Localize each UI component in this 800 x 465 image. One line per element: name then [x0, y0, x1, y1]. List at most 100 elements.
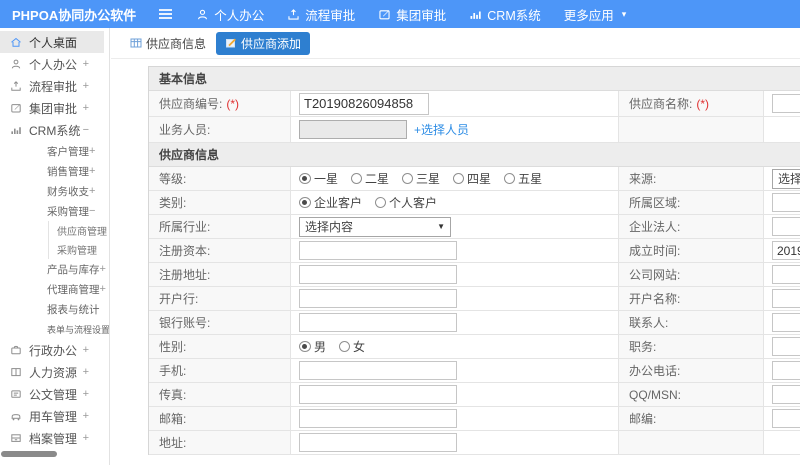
field-input-cell [764, 215, 800, 238]
expand-toggle-icon[interactable]: + [83, 388, 104, 400]
field-input-cell [764, 407, 800, 430]
sidebar-item[interactable]: 代理商管理 + [0, 279, 106, 299]
sidebar-item[interactable]: 公文管理 + [0, 383, 104, 405]
sidebar-item[interactable]: 档案管理 + [0, 427, 104, 449]
radio-button[interactable] [351, 173, 363, 184]
expand-toggle-icon[interactable]: + [83, 432, 104, 444]
radio-option[interactable]: 三星 [402, 170, 440, 187]
sidebar-item[interactable]: 销售管理 + [0, 161, 104, 181]
text-input[interactable] [772, 193, 800, 212]
expand-toggle-icon[interactable]: + [89, 145, 109, 157]
expand-toggle-icon[interactable]: + [100, 263, 110, 275]
sidebar-horizontal-scrollbar[interactable] [1, 451, 57, 457]
field-label: 性别: [159, 340, 187, 354]
sidebar-item[interactable]: 个人办公 + [0, 53, 104, 75]
expand-toggle-icon[interactable]: − [83, 124, 104, 136]
text-input[interactable] [772, 409, 800, 428]
radio-option[interactable]: 五星 [504, 170, 542, 187]
radio-button[interactable] [299, 173, 311, 184]
text-input[interactable] [299, 361, 457, 380]
sidebar-item[interactable]: 人力资源 + [0, 361, 104, 383]
text-input[interactable] [299, 120, 407, 139]
sidebar-item[interactable]: 产品与库存 + [0, 259, 106, 279]
topbar-menu-label: 流程审批 [305, 8, 356, 23]
text-input[interactable] [772, 217, 800, 236]
sidebar-item[interactable]: 表单与流程设置+ [0, 319, 109, 339]
expand-toggle-icon[interactable]: + [83, 58, 104, 70]
expand-toggle-icon[interactable]: + [89, 165, 109, 177]
text-input[interactable] [772, 94, 800, 113]
sidebar-item[interactable]: CRM系统 − [0, 119, 104, 141]
radio-button[interactable] [453, 173, 465, 184]
topbar-menu-item[interactable]: 集团审批 [378, 5, 446, 24]
field-input-cell [764, 263, 800, 286]
text-input[interactable] [299, 265, 457, 284]
text-input[interactable] [299, 92, 429, 115]
radio-option[interactable]: 女 [339, 338, 365, 355]
expand-toggle-icon[interactable]: − [89, 205, 109, 217]
field-input-cell [291, 287, 619, 310]
sidebar-item[interactable]: 财务收支 + [0, 181, 104, 201]
radio-option[interactable]: 男 [299, 338, 326, 355]
expand-toggle-icon[interactable]: + [83, 344, 104, 356]
radio-option[interactable]: 一星 [299, 170, 338, 187]
text-input[interactable] [299, 289, 457, 308]
text-input[interactable] [299, 409, 457, 428]
field-input-cell [291, 311, 619, 334]
radio-option[interactable]: 四星 [453, 170, 491, 187]
text-input[interactable] [772, 385, 800, 404]
expand-toggle-icon[interactable]: + [83, 80, 104, 92]
radio-button[interactable] [402, 173, 414, 184]
radio-button[interactable] [339, 341, 351, 352]
tab-supplier-add[interactable]: 供应商添加 [216, 31, 311, 55]
text-input[interactable] [299, 385, 457, 404]
sidebar-item[interactable]: 流程审批 + [0, 75, 104, 97]
topbar: PHPOA协同办公软件 个人办公 流程审批 集团审批 CRM系统 更多应用 ▾ [0, 0, 800, 28]
radio-button[interactable] [299, 197, 311, 208]
sidebar-item[interactable]: 行政办公 + [0, 339, 104, 361]
expand-toggle-icon[interactable]: + [83, 410, 104, 422]
sidebar-item[interactable]: 供应商管理 [0, 221, 107, 240]
text-input[interactable] [772, 265, 800, 284]
radio-button[interactable] [299, 341, 311, 352]
topbar-menu-item[interactable]: 更多应用 ▾ [564, 5, 627, 24]
radio-button[interactable] [375, 197, 387, 208]
topbar-menu-item[interactable]: 流程审批 [287, 5, 355, 24]
topbar-menu-item[interactable]: 个人办公 [196, 5, 264, 24]
text-input[interactable] [772, 241, 800, 260]
sidebar-item[interactable]: 个人桌面 [0, 31, 104, 53]
sidebar-item-label: 流程审批 [29, 79, 78, 94]
text-input[interactable] [772, 289, 800, 308]
text-input[interactable] [299, 433, 457, 452]
sidebar-item[interactable]: 采购管理 − [0, 201, 104, 221]
sidebar-item[interactable]: 采购管理 [0, 240, 104, 259]
text-input[interactable] [772, 361, 800, 380]
expand-toggle-icon[interactable]: + [89, 185, 109, 197]
topbar-menu-item[interactable]: CRM系统 [469, 5, 541, 24]
sidebar-item-label: 档案管理 [29, 431, 78, 446]
text-input[interactable] [772, 337, 800, 356]
select-dropdown[interactable]: 选择内容▼ [299, 216, 451, 237]
choose-person-link[interactable]: +选择人员 [414, 121, 469, 138]
radio-option[interactable]: 个人客户 [375, 194, 437, 211]
radio-button[interactable] [504, 173, 516, 184]
radio-option[interactable]: 企业客户 [299, 194, 362, 211]
expand-toggle-icon[interactable]: + [83, 102, 104, 114]
sidebar-item[interactable]: 用车管理 + [0, 405, 104, 427]
tab-supplier-info[interactable]: 供应商信息 [130, 35, 206, 52]
sidebar-item[interactable]: 集团审批 + [0, 97, 104, 119]
text-input[interactable] [299, 313, 457, 332]
expand-toggle-icon[interactable]: + [83, 366, 104, 378]
sidebar-item[interactable]: 客户管理 + [0, 141, 104, 161]
text-input[interactable] [772, 313, 800, 332]
topbar-menu-label: 个人办公 [214, 8, 265, 23]
text-input[interactable] [299, 241, 457, 260]
radio-option[interactable]: 二星 [351, 170, 389, 187]
select-dropdown[interactable]: 选择内容▼ [772, 168, 800, 189]
sidebar-item-label: 采购管理 [47, 205, 89, 218]
form-row: 等级: 一星 二星 三星 四星 五星 来源: 选择内容▼ [149, 167, 800, 191]
hamburger-menu-icon[interactable] [158, 8, 173, 20]
edit-icon [378, 8, 391, 21]
expand-toggle-icon[interactable]: + [100, 283, 110, 295]
sidebar-item[interactable]: 报表与统计 [0, 299, 104, 319]
